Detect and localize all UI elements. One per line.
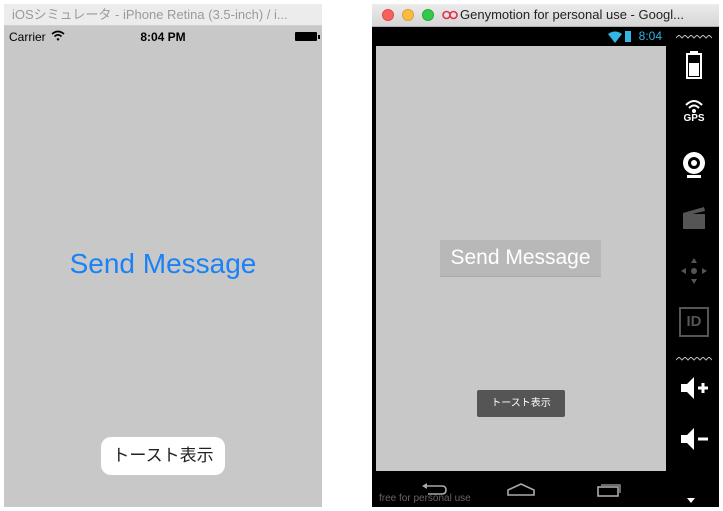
battery-icon[interactable] xyxy=(678,49,710,81)
home-icon[interactable] xyxy=(506,483,536,497)
android-nav-bar: free for personal use xyxy=(376,471,666,507)
recent-apps-icon[interactable] xyxy=(594,483,622,497)
id-icon[interactable]: ID xyxy=(679,307,709,337)
genymotion-side-toolbar: GPS ID xyxy=(670,27,719,507)
zoom-window-button[interactable] xyxy=(422,9,434,21)
minimize-window-button[interactable] xyxy=(402,9,414,21)
android-screen: Send Message トースト表示 xyxy=(376,46,666,471)
toast-button[interactable]: トースト表示 xyxy=(101,437,225,475)
toast-message: トースト表示 xyxy=(477,390,565,417)
ios-window-title: iOSシミュレータ - iPhone Retina (3.5-inch) / i… xyxy=(4,4,322,26)
genymotion-title-bar: Genymotion for personal use - Googl... xyxy=(372,4,719,27)
webcam-icon[interactable] xyxy=(678,149,710,181)
grip-icon xyxy=(676,35,712,39)
battery-icon xyxy=(295,32,320,41)
genymotion-window-title: Genymotion for personal use - Googl... xyxy=(460,7,685,22)
ios-simulator-window: iOSシミュレータ - iPhone Retina (3.5-inch) / i… xyxy=(4,4,322,507)
volume-up-icon[interactable] xyxy=(678,372,710,404)
volume-down-icon[interactable] xyxy=(678,423,710,455)
gps-label: GPS xyxy=(683,113,705,124)
ios-status-bar: Carrier 8:04 PM xyxy=(4,27,322,47)
battery-icon xyxy=(625,31,631,42)
genymotion-logo-icon xyxy=(442,10,458,20)
send-message-button[interactable]: Send Message xyxy=(440,240,601,277)
dpad-icon[interactable] xyxy=(678,255,710,287)
genymotion-window: Genymotion for personal use - Googl... 8… xyxy=(372,4,719,507)
send-message-button[interactable]: Send Message xyxy=(4,248,322,280)
wifi-icon xyxy=(608,31,622,43)
status-time: 8:04 PM xyxy=(140,30,186,44)
watermark-text: free for personal use xyxy=(379,493,471,504)
grip-icon xyxy=(676,357,712,361)
android-status-time: 8:04 xyxy=(638,29,662,43)
android-status-bar: 8:04 xyxy=(376,27,666,47)
close-window-button[interactable] xyxy=(382,9,394,21)
clapper-icon[interactable] xyxy=(678,201,710,233)
scroll-down-icon[interactable] xyxy=(687,498,695,503)
